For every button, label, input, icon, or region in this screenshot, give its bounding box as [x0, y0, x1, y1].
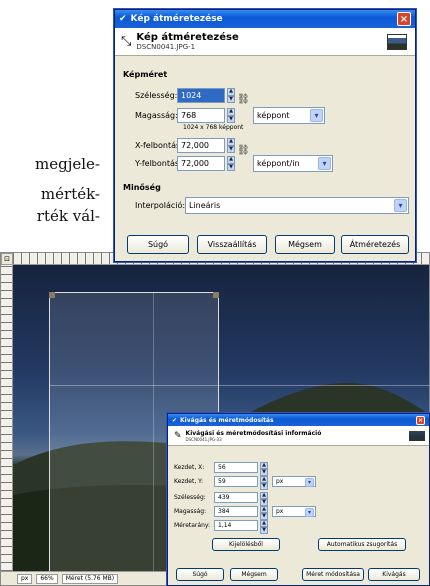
size-section-heading: Képméret	[123, 70, 168, 79]
resize-dialog: ✔ Kép átméretezése × ⤡ Kép átméretezése …	[114, 9, 416, 262]
guide-horizontal	[49, 385, 429, 386]
crop-width-label: Szélesség:	[174, 494, 206, 501]
height-spinner[interactable]: ▲ ▼	[227, 108, 235, 123]
aspect-ratio-input[interactable]: 1,14	[214, 520, 258, 531]
app-icon: ✔	[119, 14, 127, 24]
size-unit-select[interactable]: képpont ▾	[253, 107, 325, 124]
auto-shrink-button[interactable]: Automatikus zsugorítás	[318, 538, 406, 551]
crop-dialog-titlebar[interactable]: ✔ Kivágás és méretmódosítás ×	[168, 414, 429, 426]
origin-unit-value: px	[276, 478, 284, 485]
crop-height-label: Magasság:	[174, 508, 207, 515]
crop-help-button[interactable]: Súgó	[176, 568, 224, 581]
interpolation-label: Interpoláció:	[135, 201, 186, 210]
interpolation-value: Lineáris	[189, 201, 221, 210]
resolution-unit-value: képpont/in	[257, 159, 300, 168]
cancel-button[interactable]: Mégsem	[275, 235, 335, 254]
crop-dialog: ✔ Kivágás és méretmódosítás × ✎ Kivágási…	[167, 413, 430, 586]
reset-button[interactable]: Visszaállítás	[197, 235, 267, 254]
origin-x-input[interactable]: 56	[214, 462, 258, 473]
image-thumbnail-icon	[387, 34, 407, 50]
width-input[interactable]: 1024	[177, 88, 225, 103]
size-unit-value: képpont	[257, 111, 290, 120]
chevron-down-icon: ▾	[394, 199, 407, 212]
yres-input[interactable]: 72,000	[177, 156, 225, 171]
chevron-down-icon: ▾	[310, 109, 323, 122]
vertical-ruler[interactable]	[1, 265, 13, 571]
crop-width-input[interactable]: 439	[214, 492, 258, 503]
close-icon[interactable]: ×	[416, 415, 425, 425]
resize-header-subtitle: DSCN0041.JPG-1	[136, 43, 196, 51]
resize-tool-icon: ⤡	[121, 34, 132, 49]
zoom-selector[interactable]: 66%	[36, 573, 58, 584]
width-label: Szélesség:	[135, 91, 178, 100]
quality-section-heading: Minőség	[123, 183, 161, 192]
width-spinner[interactable]: ▲ ▼	[227, 88, 235, 103]
crop-height-input[interactable]: 384	[214, 506, 258, 517]
unit-selector[interactable]: px	[17, 573, 33, 584]
origin-unit-select[interactable]: px ▾	[272, 476, 316, 487]
crop-handle-top-left[interactable]	[49, 292, 55, 298]
origin-y-label: Kezdet, Y:	[174, 478, 204, 485]
resize-dialog-titlebar[interactable]: ✔ Kép átméretezése ×	[115, 10, 415, 28]
background-text-1: megjele-	[35, 155, 100, 173]
from-selection-button[interactable]: Kijelölésből	[212, 538, 280, 551]
yres-label: Y-felbontás:	[135, 159, 182, 168]
close-icon[interactable]: ×	[397, 12, 411, 26]
xres-label: X-felbontás:	[135, 141, 183, 150]
xres-input[interactable]: 72,000	[177, 138, 225, 153]
origin-x-label: Kezdet, X:	[174, 464, 205, 471]
image-thumbnail-icon	[409, 431, 425, 441]
crop-dialog-header: ✎ Kivágási és méretmódosítási információ…	[168, 426, 429, 446]
crop-handle-top-right[interactable]	[213, 292, 219, 298]
height-input[interactable]: 768	[177, 108, 225, 123]
resize-button[interactable]: Átméretezés	[341, 235, 409, 254]
crop-header-title: Kivágási és méretmódosítási információ	[185, 429, 322, 437]
size-unit-select[interactable]: px ▾	[272, 506, 316, 517]
crop-cancel-button[interactable]: Mégsem	[230, 568, 278, 581]
origin-y-spinner[interactable]: ▲ ▼	[260, 476, 268, 490]
aspect-ratio-spinner[interactable]: ▲ ▼	[260, 520, 268, 534]
resize-dialog-header: ⤡ Kép átméretezése DSCN0041.JPG-1	[115, 28, 415, 56]
guide-vertical	[153, 292, 154, 571]
height-label: Magasság:	[135, 111, 178, 120]
chevron-down-icon: ▾	[318, 157, 331, 170]
app-icon: ✔	[172, 416, 178, 424]
origin-y-input[interactable]: 59	[214, 476, 258, 487]
crop-dialog-title: Kivágás és méretmódosítás	[180, 416, 274, 424]
xres-spinner[interactable]: ▲ ▼	[227, 138, 235, 153]
aspect-ratio-label: Méretarány:	[174, 522, 211, 529]
crop-tool-icon: ✎	[174, 430, 182, 441]
yres-spinner[interactable]: ▲ ▼	[227, 156, 235, 171]
crop-header-subtitle: DSCN0041.JPG-33	[185, 436, 222, 442]
status-info: Méret (5.76 MB)	[61, 573, 119, 584]
chevron-down-icon: ▾	[305, 478, 314, 487]
crop-height-spinner[interactable]: ▲ ▼	[260, 506, 268, 520]
crop-button[interactable]: Kivágás	[368, 568, 420, 581]
chain-link-icon[interactable]: ⛓	[237, 94, 250, 105]
background-text-2: mérték-	[40, 185, 100, 203]
background-text-3: rték vál-	[36, 207, 100, 225]
crop-width-spinner[interactable]: ▲ ▼	[260, 492, 268, 506]
resize-dialog-title: Kép átméretezése	[130, 14, 223, 24]
chain-link-icon[interactable]: ⛓	[237, 145, 250, 156]
ruler-corner[interactable]: ⊡	[1, 253, 13, 265]
help-button[interactable]: Súgó	[127, 235, 189, 254]
resize-header-title: Kép átméretezése	[136, 32, 239, 43]
chevron-down-icon: ▾	[305, 508, 314, 517]
size-info-text: 1024 x 768 képpont	[183, 124, 244, 131]
origin-x-spinner[interactable]: ▲ ▼	[260, 462, 268, 476]
size-unit-value: px	[276, 508, 284, 515]
interpolation-select[interactable]: Lineáris ▾	[185, 197, 409, 214]
resolution-unit-select[interactable]: képpont/in ▾	[253, 155, 333, 172]
crop-resize-button[interactable]: Méret módosítása	[302, 568, 364, 581]
